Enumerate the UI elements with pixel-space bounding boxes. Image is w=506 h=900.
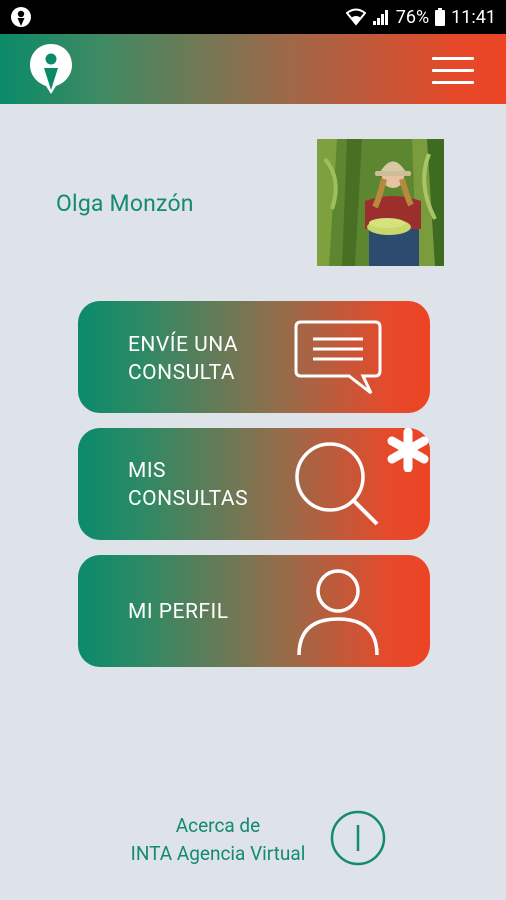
my-profile-button[interactable]: MI PERFIL: [78, 555, 430, 667]
clock: 11:41: [451, 6, 496, 28]
farmer-photo: [317, 139, 444, 266]
app-notification-icon: [11, 7, 31, 27]
wifi-icon: [345, 8, 366, 26]
send-query-label: ENVÍE UNA CONSULTA: [128, 333, 239, 385]
user-icon: [297, 569, 379, 656]
inta-logo-icon[interactable]: [28, 42, 74, 96]
app-header: [0, 34, 506, 104]
my-queries-label: MIS CONSULTAS: [128, 459, 249, 511]
about-line-2: INTA Agencia Virtual: [130, 842, 306, 865]
my-profile-label: MI PERFIL: [128, 600, 229, 624]
chat-bubble-icon: [294, 320, 382, 395]
about-link[interactable]: Acerca de INTA Agencia Virtual: [118, 812, 318, 868]
info-icon[interactable]: [330, 810, 386, 866]
my-queries-button[interactable]: MIS CONSULTAS: [78, 428, 430, 540]
asterisk-icon: [387, 428, 429, 472]
send-query-button[interactable]: ENVÍE UNA CONSULTA: [78, 301, 430, 413]
hamburger-menu-icon[interactable]: [432, 57, 474, 85]
status-bar: 76% 11:41: [0, 0, 506, 34]
battery-percent: 76%: [395, 6, 430, 28]
user-name: Olga Monzón: [56, 190, 194, 217]
about-line-1: Acerca de: [175, 814, 261, 837]
search-icon: [295, 442, 379, 526]
signal-icon: [372, 10, 388, 25]
battery-icon: [435, 8, 446, 26]
avatar[interactable]: [317, 139, 444, 266]
